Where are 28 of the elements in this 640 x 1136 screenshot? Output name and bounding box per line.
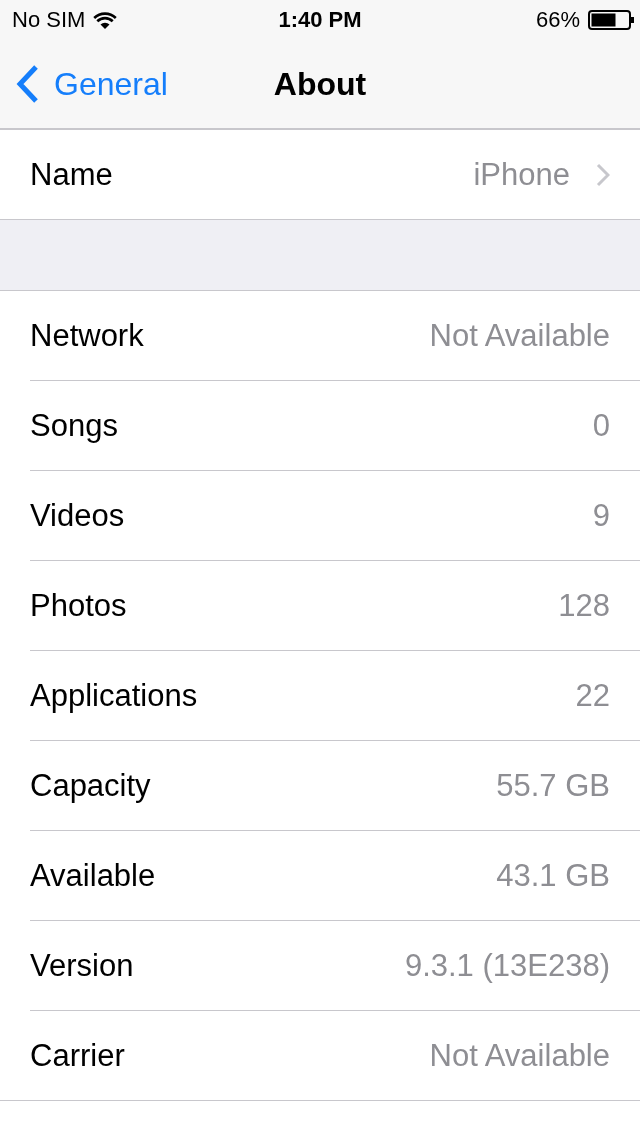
- row-value: 22: [575, 677, 610, 714]
- row-label: Songs: [30, 407, 118, 444]
- time-label: 1:40 PM: [278, 7, 362, 33]
- battery-icon: [588, 10, 634, 30]
- screen-title: About: [273, 65, 367, 103]
- back-button[interactable]: General: [0, 64, 168, 104]
- row-value: 43.1 GB: [496, 857, 610, 894]
- row-label: Photos: [30, 587, 127, 624]
- row-label: Carrier: [30, 1037, 125, 1074]
- row-value: 128: [558, 587, 610, 624]
- row-value: Not Available: [429, 1037, 610, 1074]
- row-label: Capacity: [30, 767, 151, 804]
- row-label: Available: [30, 857, 156, 894]
- row-label: Name: [30, 156, 113, 193]
- row-value: 55.7 GB: [496, 767, 610, 804]
- row-value: 9: [592, 497, 610, 534]
- row-value: 0: [592, 407, 610, 444]
- row-value: iPhone: [473, 156, 570, 193]
- row-label: Applications: [30, 677, 198, 714]
- row-value: 9.3.1 (13E238): [404, 947, 610, 984]
- carrier-label: No SIM: [12, 7, 86, 33]
- row-label: Network: [30, 317, 144, 354]
- battery-percentage: 66%: [535, 7, 580, 33]
- chevron-left-icon: [16, 64, 40, 104]
- row-label: Videos: [30, 497, 125, 534]
- row-value: Not Available: [429, 317, 610, 354]
- wifi-icon: [93, 11, 118, 29]
- row-label: Version: [30, 947, 134, 984]
